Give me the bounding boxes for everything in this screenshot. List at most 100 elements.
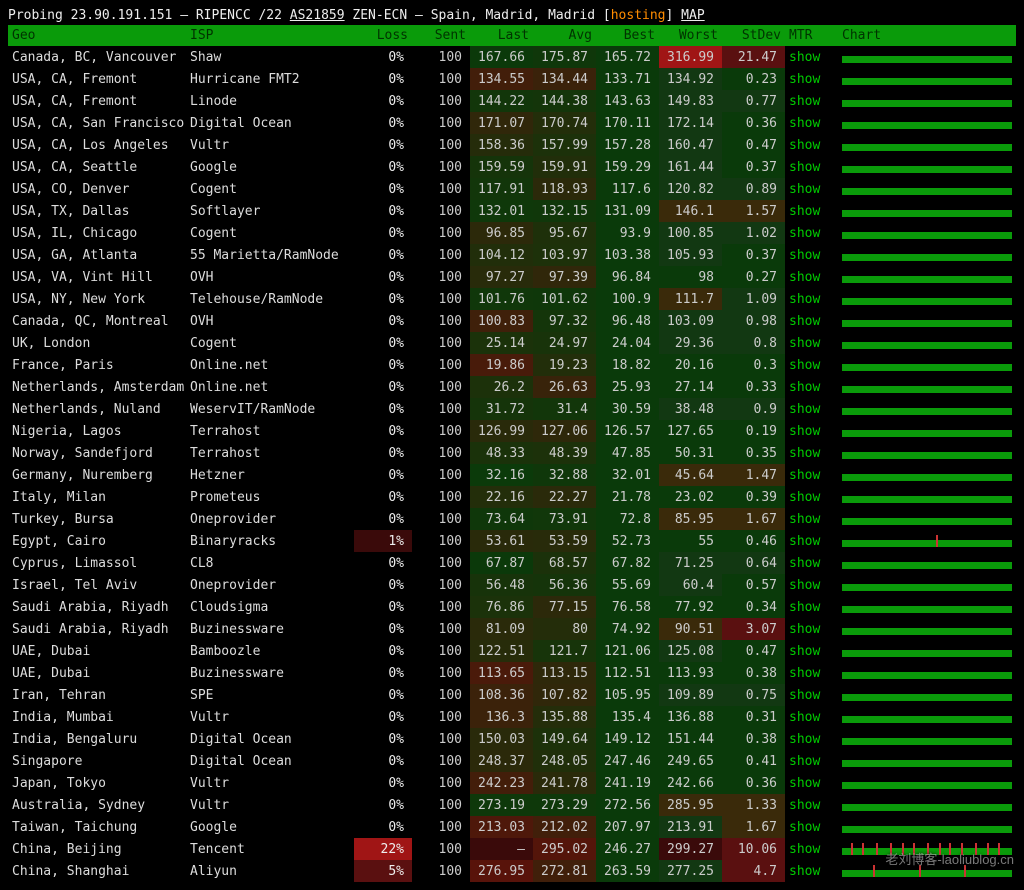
table-row: UAE, DubaiBuzinessware0%100113.65113.151… xyxy=(8,662,1016,684)
chart-cell xyxy=(838,178,1016,200)
col-worst[interactable]: Worst xyxy=(659,25,722,46)
mtr-show-link[interactable]: show xyxy=(785,310,838,332)
mtr-show-link[interactable]: show xyxy=(785,574,838,596)
chart-bar xyxy=(842,232,1012,239)
mtr-show-link[interactable]: show xyxy=(785,156,838,178)
mtr-show-link[interactable]: show xyxy=(785,486,838,508)
mtr-show-link[interactable]: show xyxy=(785,442,838,464)
cell-sent: 100 xyxy=(412,860,470,882)
probe-asn-link[interactable]: AS21859 xyxy=(290,8,345,23)
cell-avg: 135.88 xyxy=(533,706,596,728)
mtr-show-link[interactable]: show xyxy=(785,816,838,838)
cell-worst: 285.95 xyxy=(659,794,722,816)
mtr-show-link[interactable]: show xyxy=(785,640,838,662)
mtr-show-link[interactable]: show xyxy=(785,508,838,530)
cell-avg: 53.59 xyxy=(533,530,596,552)
col-sent[interactable]: Sent xyxy=(412,25,470,46)
table-row: Canada, QC, MontrealOVH0%100100.8397.329… xyxy=(8,310,1016,332)
table-row: UAE, DubaiBamboozle0%100122.51121.7121.0… xyxy=(8,640,1016,662)
mtr-show-link[interactable]: show xyxy=(785,134,838,156)
cell-avg: 248.05 xyxy=(533,750,596,772)
cell-geo: USA, CA, Fremont xyxy=(8,90,186,112)
chart-cell xyxy=(838,376,1016,398)
map-link[interactable]: MAP xyxy=(681,8,704,23)
cell-isp: Buzinessware xyxy=(186,618,354,640)
col-isp[interactable]: ISP xyxy=(186,25,354,46)
cell-last: 73.64 xyxy=(470,508,533,530)
mtr-show-link[interactable]: show xyxy=(785,420,838,442)
mtr-show-link[interactable]: show xyxy=(785,772,838,794)
cell-last: 97.27 xyxy=(470,266,533,288)
mtr-show-link[interactable]: show xyxy=(785,794,838,816)
cell-best: 272.56 xyxy=(596,794,659,816)
cell-isp: Google xyxy=(186,156,354,178)
chart-bar xyxy=(842,122,1012,129)
mtr-show-link[interactable]: show xyxy=(785,244,838,266)
col-stdev[interactable]: StDev xyxy=(722,25,785,46)
cell-geo: Israel, Tel Aviv xyxy=(8,574,186,596)
col-chart[interactable]: Chart xyxy=(838,25,1016,46)
mtr-show-link[interactable]: show xyxy=(785,332,838,354)
cell-last: 248.37 xyxy=(470,750,533,772)
mtr-show-link[interactable]: show xyxy=(785,354,838,376)
mtr-show-link[interactable]: show xyxy=(785,706,838,728)
cell-avg: 113.15 xyxy=(533,662,596,684)
col-last[interactable]: Last xyxy=(470,25,533,46)
cell-geo: USA, CA, Fremont xyxy=(8,68,186,90)
cell-worst: 100.85 xyxy=(659,222,722,244)
cell-isp: Prometeus xyxy=(186,486,354,508)
cell-last: 134.55 xyxy=(470,68,533,90)
mtr-show-link[interactable]: show xyxy=(785,266,838,288)
cell-avg: 24.97 xyxy=(533,332,596,354)
cell-worst: 120.82 xyxy=(659,178,722,200)
cell-isp: Binaryracks xyxy=(186,530,354,552)
mtr-show-link[interactable]: show xyxy=(785,684,838,706)
chart-bar xyxy=(842,188,1012,195)
cell-worst: 316.99 xyxy=(659,46,722,68)
mtr-show-link[interactable]: show xyxy=(785,398,838,420)
col-geo[interactable]: Geo xyxy=(8,25,186,46)
cell-stdev: 0.33 xyxy=(722,376,785,398)
cell-avg: 127.06 xyxy=(533,420,596,442)
cell-sent: 100 xyxy=(412,750,470,772)
cell-last: 122.51 xyxy=(470,640,533,662)
chart-cell xyxy=(838,728,1016,750)
cell-isp: Online.net xyxy=(186,354,354,376)
mtr-show-link[interactable]: show xyxy=(785,288,838,310)
mtr-show-link[interactable]: show xyxy=(785,728,838,750)
cell-avg: 175.87 xyxy=(533,46,596,68)
chart-cell xyxy=(838,288,1016,310)
probe-ip: 23.90.191.151 xyxy=(71,8,173,23)
col-loss[interactable]: Loss xyxy=(354,25,412,46)
mtr-show-link[interactable]: show xyxy=(785,90,838,112)
mtr-show-link[interactable]: show xyxy=(785,838,838,860)
col-best[interactable]: Best xyxy=(596,25,659,46)
cell-sent: 100 xyxy=(412,464,470,486)
cell-stdev: 0.3 xyxy=(722,354,785,376)
mtr-show-link[interactable]: show xyxy=(785,596,838,618)
cell-last: 117.91 xyxy=(470,178,533,200)
mtr-show-link[interactable]: show xyxy=(785,530,838,552)
mtr-show-link[interactable]: show xyxy=(785,178,838,200)
col-avg[interactable]: Avg xyxy=(533,25,596,46)
mtr-show-link[interactable]: show xyxy=(785,662,838,684)
cell-stdev: 1.47 xyxy=(722,464,785,486)
col-mtr[interactable]: MTR xyxy=(785,25,838,46)
cell-loss: 0% xyxy=(354,90,412,112)
cell-geo: China, Beijing xyxy=(8,838,186,860)
mtr-show-link[interactable]: show xyxy=(785,750,838,772)
mtr-show-link[interactable]: show xyxy=(785,618,838,640)
ping-table: Geo ISP Loss Sent Last Avg Best Worst St… xyxy=(8,25,1016,882)
mtr-show-link[interactable]: show xyxy=(785,200,838,222)
mtr-show-link[interactable]: show xyxy=(785,552,838,574)
mtr-show-link[interactable]: show xyxy=(785,464,838,486)
mtr-show-link[interactable]: show xyxy=(785,376,838,398)
cell-sent: 100 xyxy=(412,596,470,618)
mtr-show-link[interactable]: show xyxy=(785,222,838,244)
table-row: USA, CA, San FranciscoDigital Ocean0%100… xyxy=(8,112,1016,134)
cell-best: 143.63 xyxy=(596,90,659,112)
mtr-show-link[interactable]: show xyxy=(785,46,838,68)
mtr-show-link[interactable]: show xyxy=(785,860,838,882)
mtr-show-link[interactable]: show xyxy=(785,112,838,134)
mtr-show-link[interactable]: show xyxy=(785,68,838,90)
